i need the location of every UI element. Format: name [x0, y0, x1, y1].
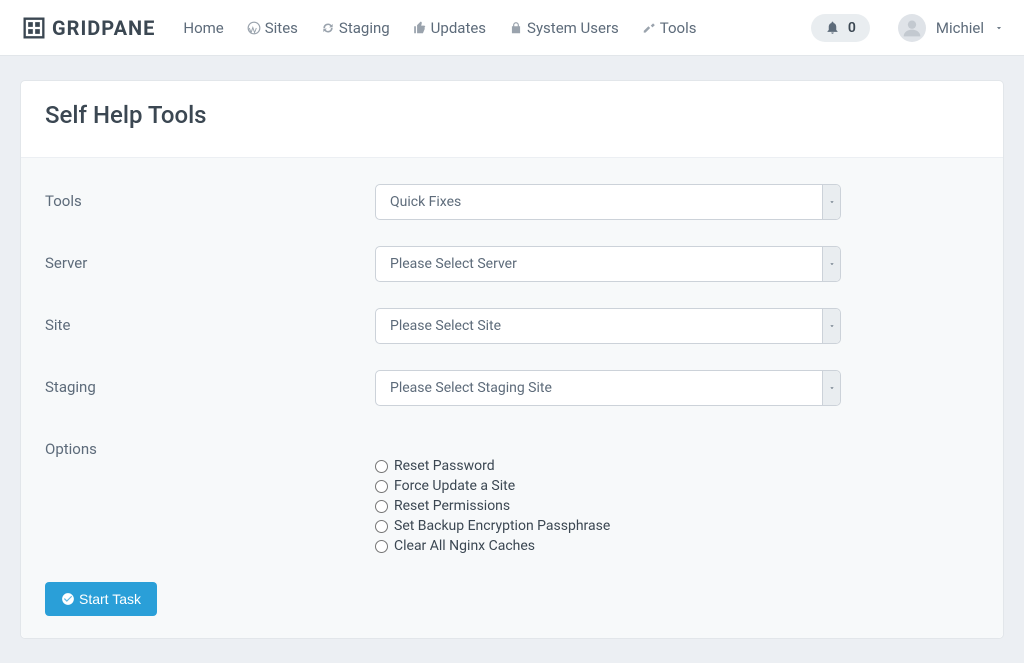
select-tools-value: Quick Fixes: [376, 194, 475, 210]
label-server: Server: [45, 246, 375, 272]
check-circle-icon: [61, 592, 75, 606]
row-tools: Tools Quick Fixes: [45, 184, 979, 220]
card-header: Self Help Tools: [21, 81, 1003, 158]
radio-clear-nginx[interactable]: [375, 540, 388, 553]
option-reset-password[interactable]: Reset Password: [375, 458, 841, 474]
nav-updates[interactable]: Updates: [403, 11, 496, 45]
select-tools[interactable]: Quick Fixes: [375, 184, 841, 220]
page-container: Self Help Tools Tools Quick Fixes Server…: [0, 56, 1024, 663]
option-clear-nginx[interactable]: Clear All Nginx Caches: [375, 538, 841, 554]
nav-links: Home Sites Staging Updates System Users …: [173, 11, 706, 45]
chevron-down-icon: [822, 309, 840, 343]
row-staging: Staging Please Select Staging Site: [45, 370, 979, 406]
nav-tools[interactable]: Tools: [632, 11, 707, 45]
chevron-down-icon: [994, 23, 1004, 33]
page-title: Self Help Tools: [45, 101, 979, 129]
select-site-value: Please Select Site: [376, 318, 515, 334]
nav-right: 0 Michiel: [811, 14, 1004, 42]
notifications-count: 0: [848, 20, 856, 36]
nav-system-users[interactable]: System Users: [499, 11, 629, 45]
brand-logo[interactable]: GRIDPANE: [20, 14, 155, 42]
nav-staging[interactable]: Staging: [311, 11, 400, 45]
chevron-down-icon: [822, 247, 840, 281]
select-staging-value: Please Select Staging Site: [376, 380, 566, 396]
select-server[interactable]: Please Select Server: [375, 246, 841, 282]
lock-icon: [509, 21, 523, 35]
start-task-button[interactable]: Start Task: [45, 582, 157, 616]
grid-icon: [20, 14, 48, 42]
wrench-icon: [642, 21, 656, 35]
start-task-text: Start Task: [79, 591, 141, 607]
user-menu[interactable]: Michiel: [898, 14, 1004, 42]
row-site: Site Please Select Site: [45, 308, 979, 344]
select-site[interactable]: Please Select Site: [375, 308, 841, 344]
notifications-button[interactable]: 0: [811, 14, 870, 42]
brand-text: GRIDPANE: [52, 16, 155, 40]
label-options: Options: [45, 432, 375, 458]
wordpress-icon: [247, 21, 261, 35]
radio-reset-permissions[interactable]: [375, 500, 388, 513]
label-site: Site: [45, 308, 375, 334]
user-icon: [902, 18, 922, 38]
option-reset-permissions[interactable]: Reset Permissions: [375, 498, 841, 514]
select-staging[interactable]: Please Select Staging Site: [375, 370, 841, 406]
label-tools: Tools: [45, 184, 375, 210]
row-options: Options Reset Password Force Update a Si…: [45, 432, 979, 558]
nav-sites[interactable]: Sites: [237, 11, 308, 45]
chevron-down-icon: [822, 371, 840, 405]
thumbs-up-icon: [413, 21, 427, 35]
option-force-update[interactable]: Force Update a Site: [375, 478, 841, 494]
radio-backup-passphrase[interactable]: [375, 520, 388, 533]
card-body: Tools Quick Fixes Server Please Select S…: [21, 158, 1003, 638]
option-backup-passphrase[interactable]: Set Backup Encryption Passphrase: [375, 518, 841, 534]
row-server: Server Please Select Server: [45, 246, 979, 282]
avatar: [898, 14, 926, 42]
self-help-card: Self Help Tools Tools Quick Fixes Server…: [20, 80, 1004, 639]
bell-icon: [825, 20, 840, 35]
radio-reset-password[interactable]: [375, 460, 388, 473]
sync-icon: [321, 21, 335, 35]
radio-force-update[interactable]: [375, 480, 388, 493]
chevron-down-icon: [822, 185, 840, 219]
top-navbar: GRIDPANE Home Sites Staging Updates Syst…: [0, 0, 1024, 56]
user-name: Michiel: [936, 19, 984, 37]
options-list: Reset Password Force Update a Site Reset…: [375, 432, 841, 554]
nav-home[interactable]: Home: [173, 11, 233, 45]
label-staging: Staging: [45, 370, 375, 396]
select-server-value: Please Select Server: [376, 256, 531, 272]
